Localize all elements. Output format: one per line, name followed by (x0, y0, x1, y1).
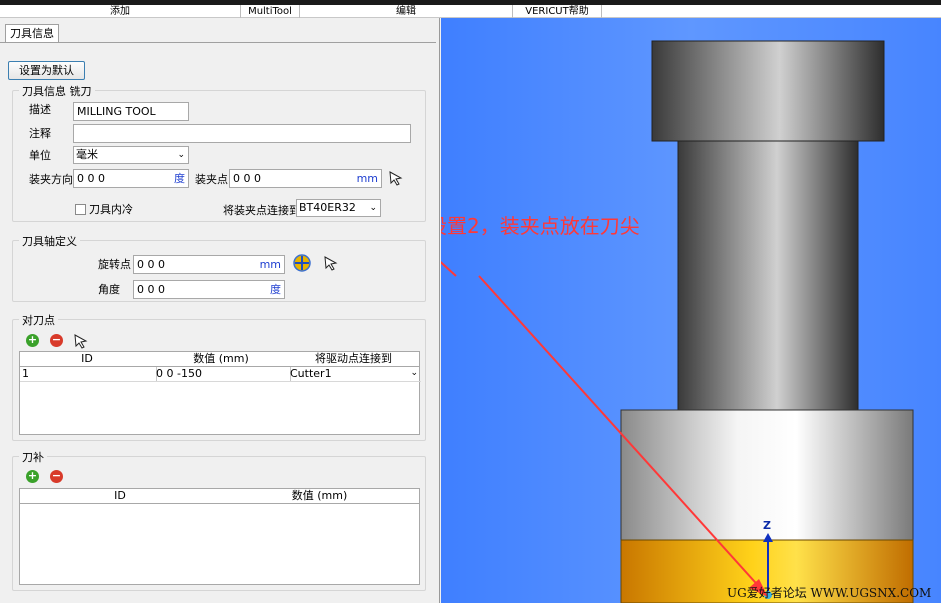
pivot-value: 0 0 0 (137, 258, 165, 271)
tool-info-panel: 刀具信息 设置为默认 刀具信息 铣刀 描述 MILLING TOOL 注释 单位… (0, 18, 440, 603)
column-header-id[interactable]: ID (20, 352, 155, 367)
comment-label: 注释 (29, 127, 51, 140)
connect-clamp-select[interactable]: BT40ER32 ⌄ (296, 199, 381, 217)
remove-icon[interactable]: − (50, 470, 63, 483)
angle-value: 0 0 0 (137, 283, 165, 296)
cutter-comp-table: ID 数值 (mm) (19, 488, 420, 585)
clamp-point-value: 0 0 0 (233, 172, 261, 185)
gage-point-table: ID 数值 (mm) 将驱动点连接到 1 0 0 -150 Cutter1 ⌄ (19, 351, 421, 435)
3d-viewport[interactable]: 设置2，装夹点放在刀尖 Z UG爱好者论坛 WWW.UGSNX.COM (441, 18, 941, 603)
column-header-id[interactable]: ID (20, 489, 221, 504)
chevron-down-icon: ⌄ (177, 150, 185, 160)
column-header-connect[interactable]: 将驱动点连接到 (288, 352, 419, 367)
pick-pointer-icon[interactable] (388, 170, 404, 186)
set-default-button[interactable]: 设置为默认 (8, 61, 85, 80)
connect-driver-value: Cutter1 (290, 367, 332, 380)
pivot-unit: mm (259, 258, 281, 271)
table-cell-value[interactable]: 0 0 -150 (154, 367, 291, 382)
internal-coolant-label: 刀具内冷 (89, 203, 133, 216)
connect-driver-select[interactable]: Cutter1 ⌄ (288, 367, 421, 382)
menu-edit[interactable]: 编辑 (300, 5, 513, 18)
tab-divider (0, 42, 436, 43)
gage-point-legend: 对刀点 (19, 312, 58, 328)
clamp-direction-label: 装夹方向 (29, 173, 73, 186)
axis-def-legend: 刀具轴定义 (19, 233, 80, 249)
menu-vericut-help[interactable]: VERICUT帮助 (513, 5, 602, 18)
remove-icon[interactable]: − (50, 334, 63, 347)
annotation-text: 设置2，装夹点放在刀尖 (441, 214, 640, 238)
clamp-point-unit: mm (356, 172, 378, 185)
clamp-direction-value: 0 0 0 (77, 172, 105, 185)
gage-point-group: 对刀点 + − ID 数值 (mm) 将驱动点连接到 1 0 0 -150 Cu… (12, 312, 426, 441)
clamp-point-field[interactable]: 0 0 0 mm (229, 169, 382, 188)
clamp-direction-field[interactable]: 0 0 0 度 (73, 169, 189, 188)
column-header-value[interactable]: 数值 (mm) (220, 489, 419, 504)
table-cell-id[interactable]: 1 (20, 367, 157, 382)
pivot-field[interactable]: 0 0 0 mm (133, 255, 285, 274)
units-value: 毫米 (76, 148, 98, 161)
clamp-direction-unit: 度 (174, 172, 185, 185)
clamp-point-label: 装夹点 (195, 173, 228, 186)
crosshair-icon[interactable] (293, 254, 311, 272)
add-icon[interactable]: + (26, 470, 39, 483)
comment-field[interactable] (73, 124, 411, 143)
column-header-value[interactable]: 数值 (mm) (154, 352, 289, 367)
chevron-down-icon: ⌄ (369, 203, 377, 213)
tool-model (441, 40, 914, 603)
chevron-down-icon: ⌄ (410, 368, 418, 378)
menu-add[interactable]: 添加 (0, 5, 241, 18)
angle-label: 角度 (98, 283, 120, 296)
tool-info-group: 刀具信息 铣刀 描述 MILLING TOOL 注释 单位 毫米 ⌄ 装夹方向 … (12, 83, 426, 222)
description-field[interactable]: MILLING TOOL (73, 102, 189, 121)
menu-multitool[interactable]: MultiTool (241, 5, 300, 18)
z-axis-label: Z (763, 519, 771, 532)
angle-field[interactable]: 0 0 0 度 (133, 280, 285, 299)
cutter-comp-group: 刀补 + − ID 数值 (mm) (12, 449, 426, 591)
pivot-label: 旋转点 (98, 258, 131, 271)
cutter-comp-legend: 刀补 (19, 449, 47, 465)
pick-pointer-icon[interactable] (73, 333, 89, 349)
internal-coolant-checkbox[interactable] (75, 204, 86, 215)
pick-pointer-icon[interactable] (323, 255, 339, 271)
angle-unit: 度 (270, 283, 281, 296)
axis-def-group: 刀具轴定义 旋转点 0 0 0 mm 角度 0 0 0 度 (12, 233, 426, 302)
units-select[interactable]: 毫米 ⌄ (73, 146, 189, 164)
connect-clamp-value: BT40ER32 (299, 201, 356, 214)
units-label: 单位 (29, 149, 51, 162)
watermark: UG爱好者论坛 WWW.UGSNX.COM (727, 586, 932, 600)
connect-clamp-label: 将装夹点连接到 (223, 204, 300, 217)
menu-bar: 添加 MultiTool 编辑 VERICUT帮助 (0, 0, 941, 18)
add-icon[interactable]: + (26, 334, 39, 347)
tab-tool-info[interactable]: 刀具信息 (5, 24, 59, 42)
description-label: 描述 (29, 103, 51, 116)
tool-info-legend: 刀具信息 铣刀 (19, 83, 95, 99)
